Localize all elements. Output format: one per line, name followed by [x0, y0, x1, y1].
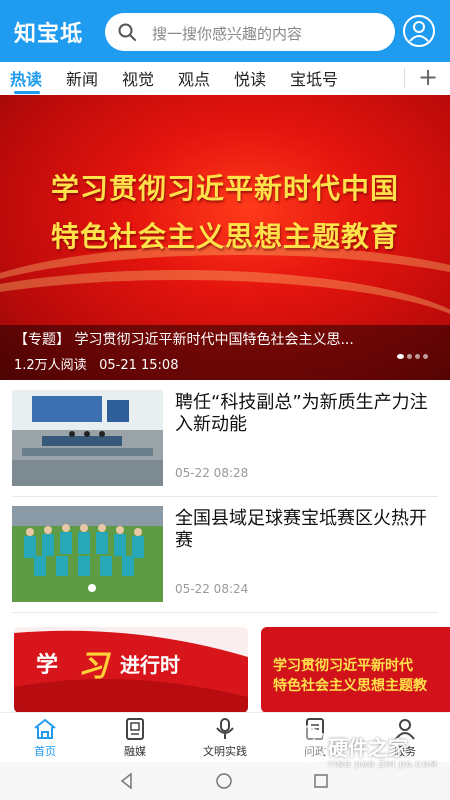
active-tab-indicator [14, 91, 40, 94]
tab-visual[interactable]: 视觉 [122, 66, 154, 90]
watermark-logo-icon [291, 724, 325, 764]
banner-headline-line2: 特色社会主义思想主题教育 [50, 220, 399, 253]
watermark: 硬件之家 YING JIAN ZHI JIA.COM [288, 718, 448, 778]
home-icon [34, 718, 56, 739]
card-text-xue: 学 [36, 652, 59, 678]
tab-divider [404, 68, 405, 88]
news-item[interactable]: 全国县域足球赛宝坻赛区火热开赛 05-22 08:24 [12, 506, 438, 618]
featured-banner[interactable]: 学习贯彻习近平新时代中国 特色社会主义思想主题教育 【专题】 学习贯彻习近平新时… [0, 95, 450, 380]
news-title: 聘任“科技副总”为新质生产力注入新动能 [175, 392, 428, 435]
card-text-progress: 进行时 [120, 653, 180, 677]
search-placeholder: 搜一搜你感兴趣的内容 [152, 25, 303, 43]
nav-label: 融媒 [124, 745, 146, 758]
banner-caption-title: 【专题】 学习贯彻习近平新时代中国特色社会主义思... [14, 332, 354, 348]
feature-card-study[interactable]: 学 习 进行时 [14, 627, 248, 713]
add-channel-button[interactable]: + [418, 62, 438, 92]
nav-label: 文明实践 [203, 745, 247, 758]
list-divider [12, 496, 438, 497]
nav-civilization-practice[interactable]: 文明实践 [180, 717, 270, 759]
carousel-dot [415, 354, 420, 359]
home-circle-icon[interactable] [215, 772, 233, 790]
card-line2: 特色社会主义思想主题教 [273, 678, 427, 694]
news-thumbnail-meeting [12, 390, 163, 486]
tab-hot-read[interactable]: 热读 [10, 66, 42, 90]
news-time: 05-22 08:24 [175, 582, 249, 596]
channel-tabs: 热读 新闻 视觉 观点 悦读 宝坻号 + [0, 62, 450, 95]
banner-caption: 【专题】 学习贯彻习近平新时代中国特色社会主义思... 1.2万人阅读 05-2… [0, 325, 450, 380]
news-item[interactable]: 聘任“科技副总”为新质生产力注入新动能 05-22 08:28 [12, 390, 438, 502]
nav-home[interactable]: 首页 [0, 717, 90, 759]
news-thumbnail-football [12, 506, 163, 602]
card-line1: 学习贯彻习近平新时代 [273, 658, 413, 674]
tab-opinion[interactable]: 观点 [178, 66, 210, 90]
search-bar[interactable]: 搜一搜你感兴趣的内容 [105, 13, 395, 51]
carousel-indicator [394, 344, 428, 363]
nav-media[interactable]: 融媒 [90, 717, 180, 759]
news-time: 05-22 08:28 [175, 466, 249, 480]
carousel-dot [423, 354, 428, 359]
search-icon [118, 23, 136, 41]
feature-card-theme-education[interactable]: 学习贯彻习近平新时代 特色社会主义思想主题教 [261, 627, 450, 713]
app-logo[interactable]: 知宝坻 [14, 16, 83, 48]
media-icon [126, 718, 144, 740]
read-count: 1.2万人阅读 [14, 358, 87, 373]
news-title: 全国县域足球赛宝坻赛区火热开赛 [175, 508, 427, 551]
tab-reading[interactable]: 悦读 [234, 66, 266, 90]
app-header: 知宝坻 搜一搜你感兴趣的内容 [0, 0, 450, 62]
nav-label: 首页 [34, 745, 56, 758]
tab-baodi-account[interactable]: 宝坻号 [290, 66, 338, 90]
carousel-dot [407, 354, 412, 359]
card-text-xi: 习 [78, 649, 108, 684]
back-icon[interactable] [118, 772, 136, 790]
user-circle-icon[interactable] [402, 14, 436, 48]
carousel-dot [397, 354, 404, 359]
banner-headline-line1: 学习贯彻习近平新时代中国 [50, 172, 399, 205]
banner-meta: 1.2万人阅读 05-21 15:08 [14, 354, 178, 373]
watermark-subtext: YING JIAN ZHI JIA.COM [328, 760, 438, 769]
microphone-icon [216, 718, 234, 739]
tab-news[interactable]: 新闻 [66, 66, 98, 90]
publish-time: 05-21 15:08 [99, 358, 179, 373]
watermark-text: 硬件之家 [328, 736, 408, 760]
list-divider [12, 612, 438, 613]
